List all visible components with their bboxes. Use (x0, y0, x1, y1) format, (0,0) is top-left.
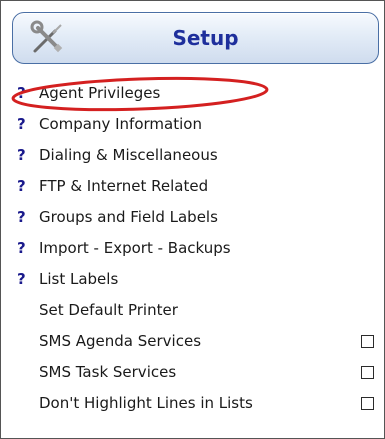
setup-item-label: Don't Highlight Lines in Lists (39, 394, 253, 412)
setup-item-company-information[interactable]: ? Company Information (17, 109, 377, 140)
setup-item-label: Groups and Field Labels (39, 208, 218, 226)
setup-item-sms-task-services[interactable]: SMS Task Services (17, 357, 377, 388)
setup-item-label: FTP & Internet Related (39, 177, 209, 195)
setup-item-label: Dialing & Miscellaneous (39, 146, 218, 164)
setup-item-list-labels[interactable]: ? List Labels (17, 264, 377, 295)
setup-item-label: SMS Task Services (39, 363, 177, 381)
help-icon[interactable]: ? (17, 202, 39, 233)
setup-item-don-t-highlight-lines-in-lists[interactable]: Don't Highlight Lines in Lists (17, 388, 377, 419)
setup-item-ftp-internet-related[interactable]: ? FTP & Internet Related (17, 171, 377, 202)
setup-panel: Setup ? Agent Privileges? Company Informat… (0, 0, 385, 439)
setup-header: Setup (12, 12, 379, 64)
setup-item-label: Set Default Printer (39, 301, 178, 319)
setup-item-agent-privileges[interactable]: ? Agent Privileges (17, 78, 377, 109)
setup-item-label: Import - Export - Backups (39, 239, 231, 257)
setup-item-sms-agenda-services[interactable]: SMS Agenda Services (17, 326, 377, 357)
help-icon[interactable]: ? (17, 78, 39, 109)
help-icon[interactable]: ? (17, 140, 39, 171)
setup-item-groups-and-field-labels[interactable]: ? Groups and Field Labels (17, 202, 377, 233)
checkbox[interactable] (361, 366, 374, 379)
help-icon[interactable]: ? (17, 171, 39, 202)
checkbox[interactable] (361, 335, 374, 348)
setup-item-label: Company Information (39, 115, 202, 133)
help-icon[interactable]: ? (17, 264, 39, 295)
checkbox[interactable] (361, 397, 374, 410)
setup-item-label: Agent Privileges (39, 84, 161, 102)
setup-item-label: SMS Agenda Services (39, 332, 202, 350)
setup-item-import-export-backups[interactable]: ? Import - Export - Backups (17, 233, 377, 264)
setup-item-label: List Labels (39, 270, 119, 288)
tools-icon (30, 20, 63, 53)
help-icon[interactable]: ? (17, 233, 39, 264)
setup-title: Setup (172, 26, 239, 50)
help-icon[interactable]: ? (17, 109, 39, 140)
setup-menu-list: ? Agent Privileges? Company Information? Di… (17, 78, 377, 419)
setup-item-set-default-printer[interactable]: Set Default Printer (17, 295, 377, 326)
setup-item-dialing-miscellaneous[interactable]: ? Dialing & Miscellaneous (17, 140, 377, 171)
